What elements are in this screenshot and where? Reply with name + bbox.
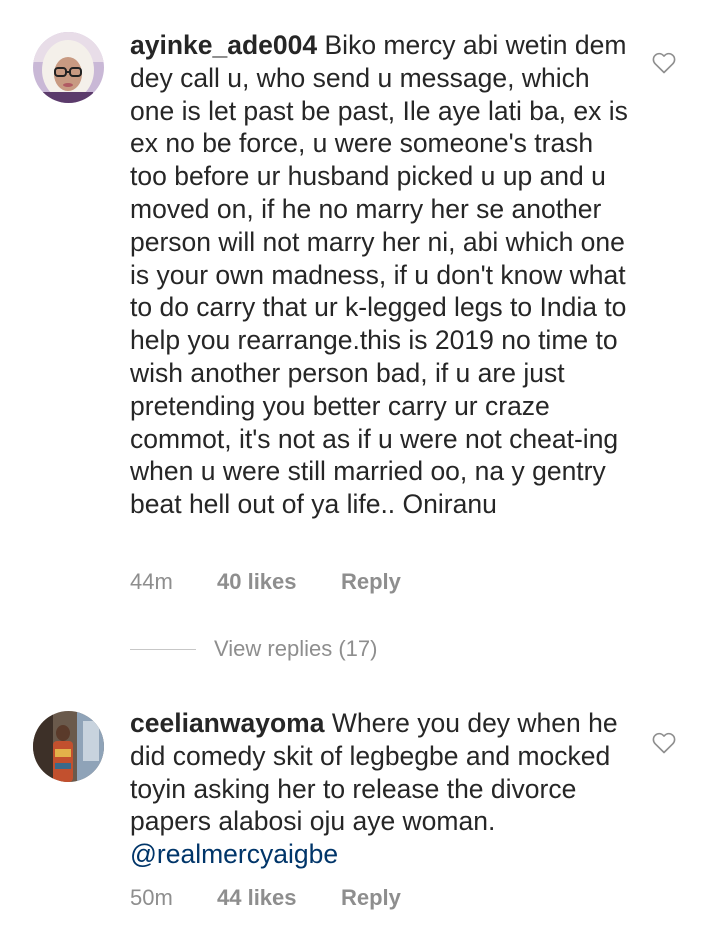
heart-outline-icon[interactable] — [652, 52, 676, 74]
mention-link[interactable]: @realmercyaigbe — [130, 839, 338, 869]
avatar[interactable] — [33, 711, 104, 782]
comment-likes-count[interactable]: 44 likes — [217, 885, 341, 911]
avatar[interactable] — [33, 32, 104, 103]
divider-line — [130, 648, 196, 650]
avatar-image — [33, 711, 104, 782]
view-replies-label: View replies (17) — [214, 636, 378, 661]
comment-likes-count[interactable]: 40 likes — [217, 569, 341, 595]
comment-meta: 44m 40 likes Reply — [130, 569, 401, 595]
comment-username[interactable]: ceelianwayoma — [130, 708, 324, 738]
comment-body: ceelianwayoma Where you dey when he did … — [130, 707, 630, 871]
comment-timestamp: 44m — [130, 569, 173, 594]
comment-timestamp: 50m — [130, 885, 173, 910]
comment-meta: 50m 44 likes Reply — [130, 885, 401, 911]
comment-body: ayinke_ade004 Biko mercy abi wetin dem d… — [130, 29, 630, 521]
avatar-image — [33, 32, 104, 103]
comment-text: Biko mercy abi wetin dem dey call u, who… — [130, 30, 628, 520]
heart-outline-icon[interactable] — [652, 732, 676, 754]
view-replies-link[interactable]: View replies (17) — [130, 636, 377, 662]
reply-button[interactable]: Reply — [341, 885, 401, 911]
reply-button[interactable]: Reply — [341, 569, 401, 595]
comment-username[interactable]: ayinke_ade004 — [130, 30, 317, 60]
